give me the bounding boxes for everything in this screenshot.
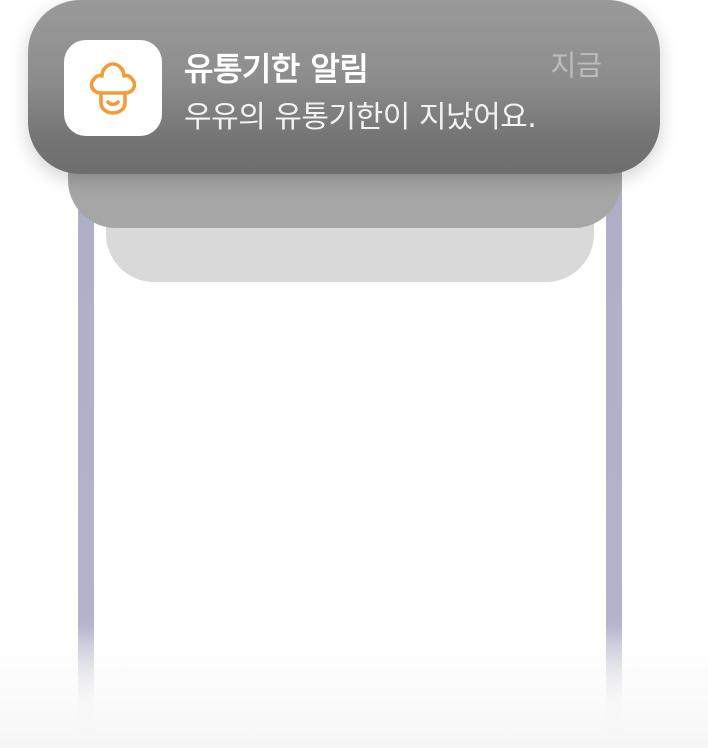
notification-timestamp: 지금 (550, 49, 602, 82)
bottom-fade (0, 628, 708, 748)
notification-title: 유통기한 알림 (184, 50, 369, 88)
app-icon (64, 40, 162, 136)
chef-hat-icon (89, 62, 137, 115)
notification-message: 우유의 유통기한이 지났어요. (184, 100, 537, 135)
